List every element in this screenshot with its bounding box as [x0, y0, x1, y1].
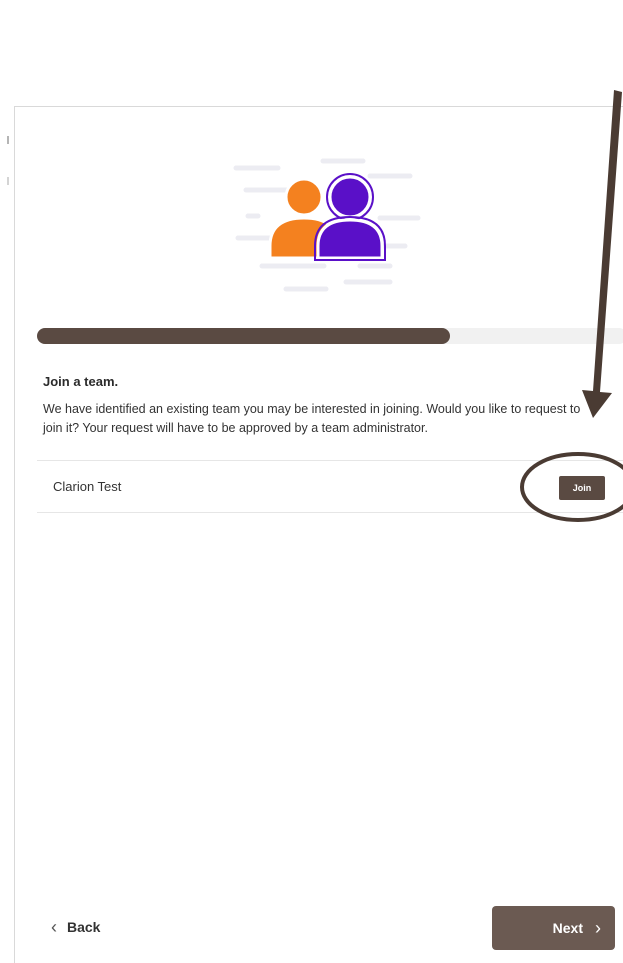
next-button-label: Next — [552, 920, 583, 936]
wizard-progress-fill — [37, 328, 450, 344]
back-button[interactable]: ‹ Back — [45, 912, 106, 942]
chevron-left-icon: ‹ — [51, 916, 57, 937]
chevron-right-icon: › — [595, 917, 601, 938]
join-team-button[interactable]: Join — [559, 476, 605, 500]
team-row: Clarion Test Join — [37, 460, 623, 513]
join-team-heading: Join a team. — [43, 374, 119, 389]
page: Join a team. We have identified an exist… — [0, 0, 623, 963]
wizard-progress-bar — [37, 328, 623, 344]
edge-mark — [7, 177, 9, 185]
back-button-label: Back — [67, 919, 101, 935]
team-name: Clarion Test — [53, 479, 122, 494]
people-icon — [233, 158, 421, 292]
next-button[interactable]: Next › — [492, 906, 615, 950]
edge-mark — [7, 136, 9, 144]
person-purple — [314, 173, 386, 261]
join-team-description: We have identified an existing team you … — [43, 402, 581, 435]
